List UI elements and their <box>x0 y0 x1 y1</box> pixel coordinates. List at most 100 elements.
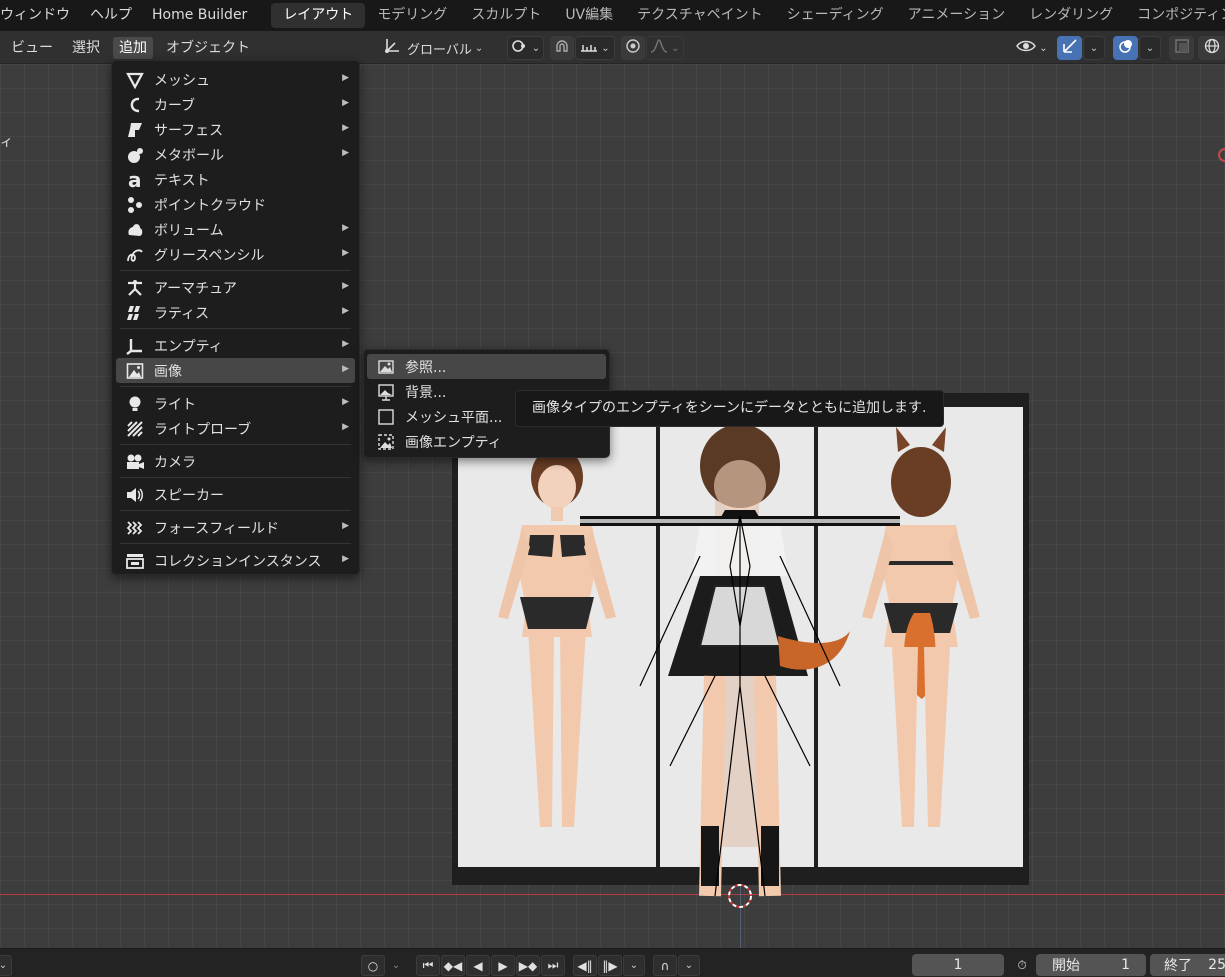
prev-frame-button[interactable]: ◀‖ <box>573 955 597 976</box>
jump-next-keyframe-button[interactable]: ▶◆ <box>516 955 540 976</box>
prev-frame-icon: ◀‖ <box>577 958 593 973</box>
jump-start-icon: ⏮ <box>422 958 434 972</box>
menu-item-image-empty[interactable]: 画像エンプティ <box>367 429 606 454</box>
current-frame-field[interactable]: 1 <box>912 954 1004 976</box>
menu-item-grease-pencil[interactable]: グリースペンシル ▶ <box>116 242 355 267</box>
falloff-curve-icon <box>650 39 668 57</box>
falloff-dropdown[interactable]: ⌄ <box>646 36 684 60</box>
menu-item-image[interactable]: 画像 ▶ <box>116 358 355 383</box>
overlay-toggle[interactable] <box>1113 36 1138 60</box>
menu-item-empty[interactable]: エンプティ ▶ <box>116 333 355 358</box>
gizmo-dropdown[interactable]: ⌄ <box>1083 36 1105 60</box>
menu-home-builder[interactable]: Home Builder <box>142 0 257 31</box>
tab-rendering[interactable]: レンダリング <box>1017 3 1125 28</box>
menu-view[interactable]: ビュー <box>5 37 59 59</box>
menu-item-text[interactable]: a テキスト <box>116 167 355 192</box>
transform-orientation-value: グローバル <box>407 42 472 58</box>
snap-toggle[interactable] <box>550 36 574 60</box>
menu-item-speaker[interactable]: スピーカー <box>116 482 355 507</box>
auto-snap-toggle[interactable]: ∩ <box>653 955 677 976</box>
transform-orientation-dropdown[interactable]: グローバル ⌄ <box>380 36 497 60</box>
play-reverse-icon: ◀ <box>473 958 483 973</box>
end-frame-value: 25 <box>1208 957 1225 973</box>
proportional-edit-icon <box>625 38 641 58</box>
menu-window[interactable]: ウィンドウ <box>0 0 80 31</box>
submenu-arrow-icon: ▶ <box>342 98 349 108</box>
timeline-editor-dropdown[interactable]: ⌄ <box>0 955 12 976</box>
menu-item-label: カメラ <box>154 454 196 471</box>
tab-sculpt[interactable]: スカルプト <box>459 3 553 28</box>
tab-layout[interactable]: レイアウト <box>271 3 366 28</box>
menu-add[interactable]: 追加 <box>113 37 153 59</box>
start-frame-field[interactable]: 開始 1 <box>1036 954 1146 976</box>
chevron-down-icon: ⌄ <box>684 960 694 971</box>
armature-character[interactable] <box>540 426 960 916</box>
gizmo-toggle[interactable] <box>1057 36 1082 60</box>
tab-texture-paint[interactable]: テクスチャペイント <box>625 3 774 28</box>
preview-range-toggle[interactable]: ⏱ <box>1010 955 1034 976</box>
keying-toggle[interactable]: ○ <box>361 955 385 976</box>
menu-item-image-reference[interactable]: 参照... <box>367 354 606 379</box>
image-reference-icon <box>375 357 397 377</box>
menu-item-label: 背景... <box>405 384 447 401</box>
menu-select[interactable]: 選択 <box>66 37 106 59</box>
chevron-down-icon: ⌄ <box>1039 42 1048 54</box>
overlay-dropdown[interactable]: ⌄ <box>1139 36 1161 60</box>
gizmo-icon <box>1062 38 1078 58</box>
play-icon: ▶ <box>498 958 508 973</box>
shading-wireframe-button[interactable] <box>1198 36 1225 60</box>
menu-item-pointcloud[interactable]: ポイントクラウド <box>116 192 355 217</box>
next-keyframe-icon: ▶◆ <box>518 958 538 973</box>
menu-item-camera[interactable]: カメラ <box>116 449 355 474</box>
menu-item-mesh[interactable]: メッシュ ▶ <box>116 67 355 92</box>
playback-dropdown[interactable]: ⌄ <box>623 955 645 976</box>
lightprobe-icon <box>124 419 146 439</box>
snap-dropdown[interactable]: ⌄ <box>678 955 700 976</box>
menu-item-lattice[interactable]: ラティス ▶ <box>116 300 355 325</box>
submenu-arrow-icon: ▶ <box>342 123 349 133</box>
jump-prev-keyframe-button[interactable]: ◆◀ <box>441 955 465 976</box>
tab-shading[interactable]: シェーディング <box>775 3 896 28</box>
menu-item-lightprobe[interactable]: ライトプローブ ▶ <box>116 416 355 441</box>
menu-item-light[interactable]: ライト ▶ <box>116 391 355 416</box>
play-button[interactable]: ▶ <box>491 955 515 976</box>
menu-item-metaball[interactable]: メタボール ▶ <box>116 142 355 167</box>
menu-item-collection-instance[interactable]: コレクションインスタンス ▶ <box>116 548 355 573</box>
pivot-link-icon <box>511 38 529 58</box>
menu-help[interactable]: ヘルプ <box>80 0 142 31</box>
tab-modeling[interactable]: モデリング <box>365 3 459 28</box>
snap-target-dropdown[interactable]: ⌄ <box>575 36 615 60</box>
menu-item-curve[interactable]: カーブ ▶ <box>116 92 355 117</box>
menu-separator <box>120 510 351 511</box>
menu-item-volume[interactable]: ボリューム ▶ <box>116 217 355 242</box>
transform-axes-icon <box>383 37 401 59</box>
menu-item-surface[interactable]: サーフェス ▶ <box>116 117 355 142</box>
surface-icon <box>124 120 146 140</box>
xray-toggle[interactable] <box>1169 36 1194 60</box>
end-frame-field[interactable]: 終了 25 <box>1150 954 1225 976</box>
keying-dropdown[interactable]: ⌄ <box>386 955 406 976</box>
menu-item-armature[interactable]: アーマチュア ▶ <box>116 275 355 300</box>
menu-item-label: ライトプローブ <box>154 421 252 438</box>
jump-to-end-button[interactable]: ⏭ <box>541 955 565 976</box>
submenu-arrow-icon: ▶ <box>342 364 349 374</box>
pivot-point-dropdown[interactable]: ⌄ <box>507 36 544 60</box>
menu-item-label: ポイントクラウド <box>154 197 266 214</box>
submenu-arrow-icon: ▶ <box>342 281 349 291</box>
next-frame-button[interactable]: ‖▶ <box>598 955 622 976</box>
tab-uv-editing[interactable]: UV編集 <box>553 3 625 28</box>
start-frame-label: 開始 <box>1052 958 1080 974</box>
menu-item-forcefield[interactable]: フォースフィールド ▶ <box>116 515 355 540</box>
light-icon <box>124 394 146 414</box>
jump-to-start-button[interactable]: ⏮ <box>416 955 440 976</box>
menu-object[interactable]: オブジェクト <box>160 37 256 59</box>
tab-compositing[interactable]: コンポジティン <box>1125 3 1225 28</box>
proportional-edit-toggle[interactable] <box>621 36 645 60</box>
magnet-icon <box>554 38 570 58</box>
gizmo-x-handle[interactable] <box>1218 148 1225 162</box>
lattice-icon <box>124 303 146 323</box>
play-reverse-button[interactable]: ◀ <box>466 955 490 976</box>
menu-item-label: メッシュ <box>154 72 210 89</box>
tab-animation[interactable]: アニメーション <box>896 3 1017 28</box>
visibility-dropdown[interactable]: ⌄ <box>1012 36 1052 60</box>
